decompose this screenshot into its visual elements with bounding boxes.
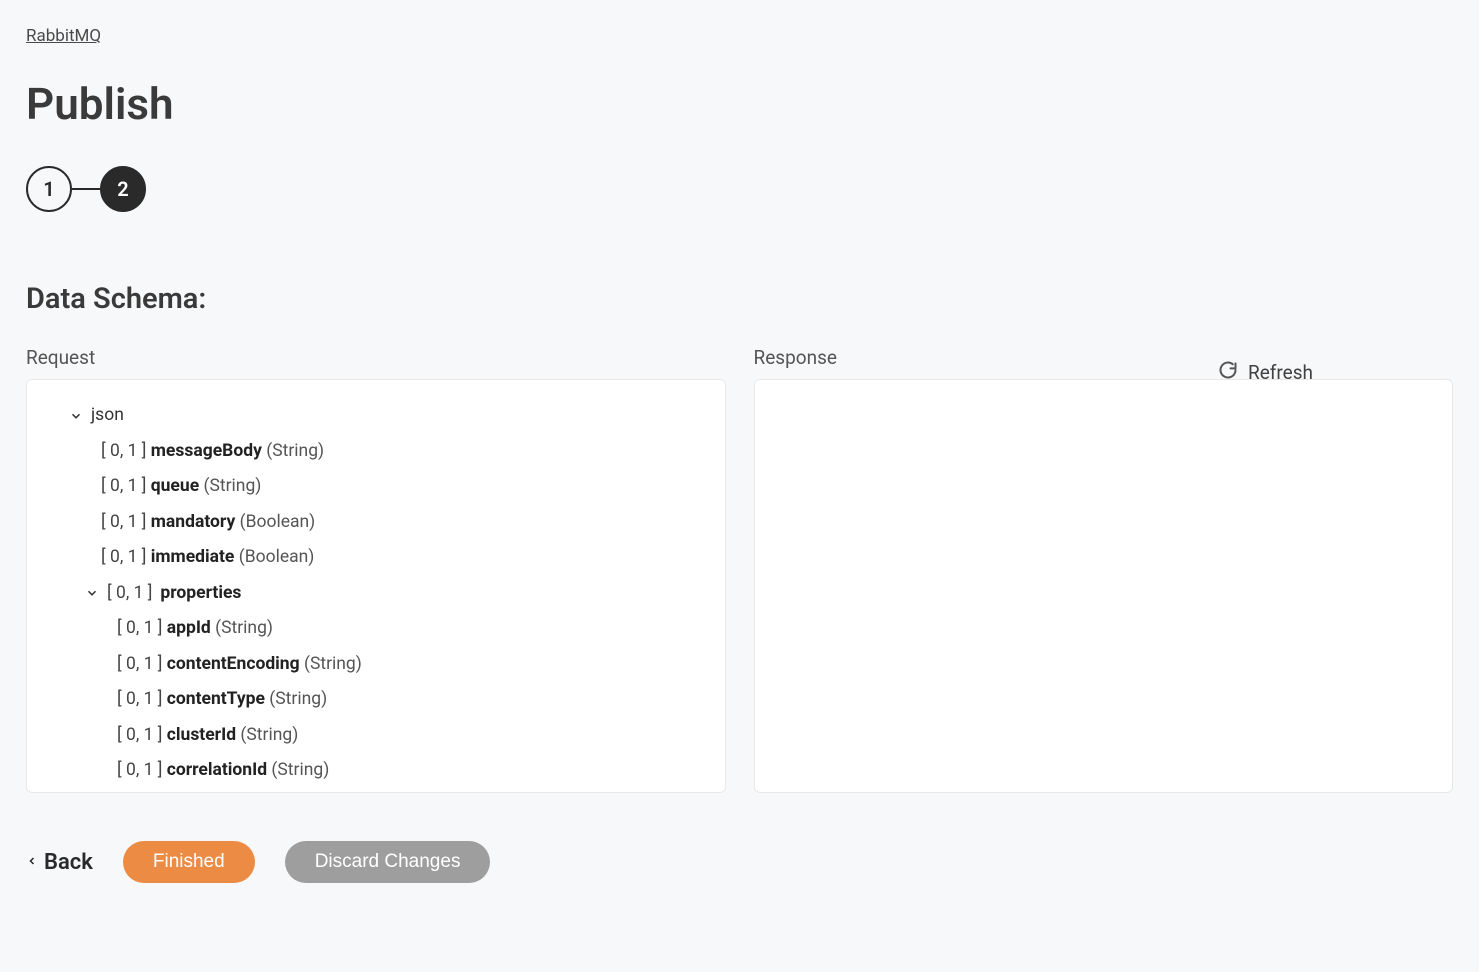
tree-field[interactable]: [ 0, 1 ] contentType (String) bbox=[117, 684, 707, 716]
field-type: (String) bbox=[271, 760, 329, 780]
field-name: mandatory bbox=[151, 512, 236, 532]
occurrence: [ 0, 1 ] bbox=[101, 547, 146, 567]
chevron-down-icon bbox=[69, 409, 83, 423]
discard-button[interactable]: Discard Changes bbox=[285, 841, 491, 883]
finished-button[interactable]: Finished bbox=[123, 841, 255, 883]
field-name: contentEncoding bbox=[167, 654, 300, 674]
tree-group-properties[interactable]: [ 0, 1 ] properties bbox=[43, 578, 707, 610]
tree-field[interactable]: [ 0, 1 ] correlationId (String) bbox=[117, 755, 707, 787]
field-type: (Boolean) bbox=[239, 547, 315, 567]
step-2[interactable]: 2 bbox=[100, 166, 146, 212]
response-label: Response bbox=[754, 346, 1454, 369]
tree-field[interactable]: [ 0, 1 ] immediate (Boolean) bbox=[101, 542, 707, 574]
wizard-steps: 1 2 bbox=[26, 166, 1453, 212]
breadcrumb: RabbitMQ bbox=[26, 26, 1453, 46]
field-type: (String) bbox=[203, 476, 261, 496]
step-connector bbox=[72, 188, 100, 190]
field-type: (String) bbox=[269, 689, 327, 709]
tree-field[interactable]: [ 0, 1 ] messageBody (String) bbox=[101, 436, 707, 468]
tree-field[interactable]: [ 0, 1 ] clusterId (String) bbox=[117, 720, 707, 752]
page-title: Publish bbox=[26, 78, 1453, 130]
request-label: Request bbox=[26, 346, 726, 369]
occurrence: [ 0, 1 ] bbox=[107, 578, 152, 610]
field-name: immediate bbox=[151, 547, 235, 567]
field-name: queue bbox=[151, 476, 199, 496]
field-name: contentType bbox=[167, 689, 265, 709]
occurrence: [ 0, 1 ] bbox=[117, 760, 162, 780]
request-tree[interactable]: json [ 0, 1 ] messageBody (String)[ 0, 1… bbox=[27, 380, 725, 792]
back-button[interactable]: Back bbox=[26, 850, 93, 875]
back-label: Back bbox=[44, 850, 93, 875]
response-panel bbox=[754, 379, 1454, 793]
field-name: clusterId bbox=[167, 725, 236, 745]
chevron-down-icon bbox=[85, 586, 99, 600]
field-type: (String) bbox=[266, 441, 324, 461]
tree-field[interactable]: [ 0, 1 ] mandatory (Boolean) bbox=[101, 507, 707, 539]
tree-root-label: json bbox=[91, 400, 124, 432]
tree-root[interactable]: json bbox=[43, 400, 707, 432]
occurrence: [ 0, 1 ] bbox=[101, 512, 146, 532]
step-1[interactable]: 1 bbox=[26, 166, 72, 212]
tree-field[interactable]: [ 0, 1 ] deliveryMode (Integer) bbox=[117, 791, 707, 793]
tree-field[interactable]: [ 0, 1 ] queue (String) bbox=[101, 471, 707, 503]
breadcrumb-link[interactable]: RabbitMQ bbox=[26, 26, 101, 46]
tree-field[interactable]: [ 0, 1 ] contentEncoding (String) bbox=[117, 649, 707, 681]
field-type: (String) bbox=[304, 654, 362, 674]
occurrence: [ 0, 1 ] bbox=[117, 618, 162, 638]
occurrence: [ 0, 1 ] bbox=[117, 689, 162, 709]
occurrence: [ 0, 1 ] bbox=[117, 654, 162, 674]
occurrence: [ 0, 1 ] bbox=[101, 441, 146, 461]
chevron-left-icon bbox=[26, 850, 38, 875]
field-type: (String) bbox=[240, 725, 298, 745]
field-type: (String) bbox=[215, 618, 273, 638]
field-type: (Boolean) bbox=[240, 512, 316, 532]
section-heading: Data Schema: bbox=[26, 282, 1453, 316]
occurrence: [ 0, 1 ] bbox=[101, 476, 146, 496]
request-panel: json [ 0, 1 ] messageBody (String)[ 0, 1… bbox=[26, 379, 726, 793]
field-name: properties bbox=[160, 578, 241, 610]
tree-field[interactable]: [ 0, 1 ] appId (String) bbox=[117, 613, 707, 645]
field-name: messageBody bbox=[151, 441, 262, 461]
occurrence: [ 0, 1 ] bbox=[117, 725, 162, 745]
field-name: appId bbox=[167, 618, 211, 638]
field-name: correlationId bbox=[167, 760, 267, 780]
